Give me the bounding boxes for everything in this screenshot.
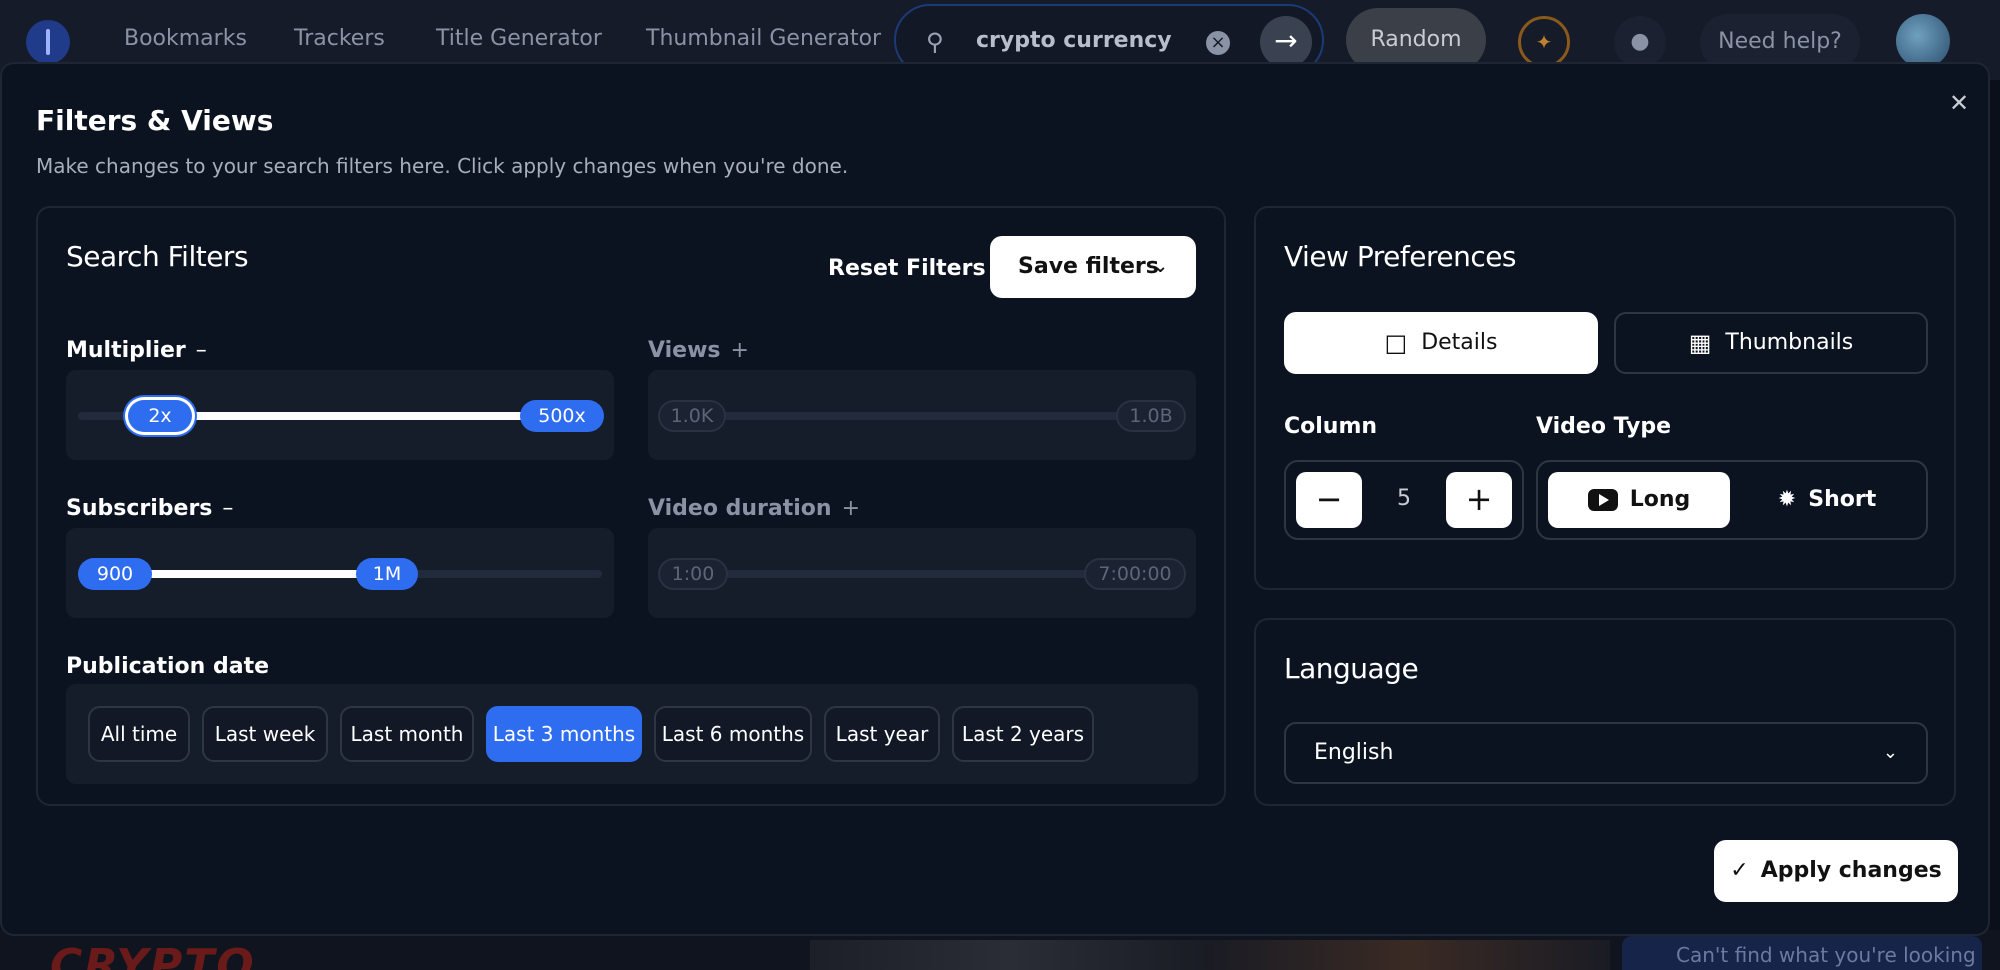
subscribers-max-handle[interactable]: 1M [356, 558, 418, 590]
publication-date-options: All time Last week Last month Last 3 mon… [66, 684, 1198, 784]
video-type-short[interactable]: ✹ Short [1736, 472, 1918, 528]
apply-changes-button[interactable]: ✓ Apply changes [1714, 840, 1958, 902]
app-logo[interactable] [26, 20, 70, 64]
expand-icon[interactable]: + [731, 338, 749, 363]
reset-filters-button[interactable]: Reset Filters [828, 256, 986, 281]
modal-subtitle: Make changes to your search filters here… [36, 154, 849, 178]
filters-views-modal: ✕ Filters & Views Make changes to your s… [0, 62, 1990, 936]
save-filters-label: Save filters [1018, 254, 1159, 279]
avatar[interactable] [1896, 14, 1950, 68]
collapse-icon[interactable]: – [196, 338, 207, 363]
bell-icon[interactable]: ● [1614, 16, 1666, 68]
multiplier-min-handle[interactable]: 2x [128, 400, 192, 432]
column-label: Column [1284, 414, 1378, 439]
pub-last-year[interactable]: Last year [824, 706, 940, 762]
language-selected: English [1314, 740, 1394, 765]
slider-range [126, 570, 376, 578]
expand-icon[interactable]: + [842, 496, 860, 521]
duration-max-handle[interactable]: 7:00:00 [1084, 558, 1186, 590]
multiplier-slider[interactable]: 2x 500x [66, 370, 614, 460]
search-icon: ⚲ [926, 28, 944, 56]
column-stepper: − 5 + [1284, 460, 1524, 540]
pub-all-time[interactable]: All time [88, 706, 190, 762]
views-max-handle[interactable]: 1.0B [1116, 400, 1186, 432]
youtube-icon [1587, 489, 1618, 511]
pub-last-month[interactable]: Last month [340, 706, 474, 762]
pub-last-week[interactable]: Last week [202, 706, 328, 762]
pub-last-6-months[interactable]: Last 6 months [654, 706, 812, 762]
check-icon: ✓ [1730, 858, 1749, 883]
views-slider[interactable]: 1.0K 1.0B [648, 370, 1196, 460]
pub-last-3-months[interactable]: Last 3 months [486, 706, 642, 762]
video-type-toggle: Long ✹ Short [1536, 460, 1928, 540]
cant-find-banner[interactable]: Can't find what you're looking for? [1622, 936, 1982, 970]
minus-icon[interactable]: − [1296, 472, 1362, 528]
publication-date-label: Publication date [66, 654, 270, 679]
video-type-label: Video Type [1536, 414, 1672, 439]
close-icon[interactable]: ✕ [1944, 88, 1974, 118]
result-thumbnails [810, 940, 1610, 970]
view-preferences-title: View Preferences [1284, 240, 1517, 273]
subscribers-slider[interactable]: 900 1M [66, 528, 614, 618]
pub-last-2-years[interactable]: Last 2 years [952, 706, 1094, 762]
video-duration-label[interactable]: Video duration + [648, 496, 860, 521]
video-type-long[interactable]: Long [1548, 472, 1730, 528]
grid-icon: ▦ [1688, 329, 1712, 357]
modal-title: Filters & Views [36, 104, 274, 137]
language-title: Language [1284, 652, 1419, 685]
chevron-down-icon: ⌄ [1882, 742, 1898, 763]
language-card: Language English ⌄ [1254, 618, 1956, 806]
result-thumbnail-text: CRYPTO [50, 940, 256, 970]
laptop-icon: □ [1384, 329, 1408, 357]
views-label[interactable]: Views + [648, 338, 749, 363]
subscribers-min-handle[interactable]: 900 [78, 558, 152, 590]
collapse-icon[interactable]: – [222, 496, 233, 521]
views-min-handle[interactable]: 1.0K [658, 400, 726, 432]
slider-range [146, 412, 546, 420]
language-select[interactable]: English ⌄ [1284, 722, 1928, 784]
save-filters-button[interactable]: Save filters ⌄ [990, 236, 1196, 298]
view-details-button[interactable]: □ Details [1284, 312, 1598, 374]
search-input[interactable]: crypto currency [976, 28, 1172, 53]
view-thumbnails-button[interactable]: ▦ Thumbnails [1614, 312, 1928, 374]
shorts-icon: ✹ [1777, 487, 1797, 512]
nav-bookmarks[interactable]: Bookmarks [124, 26, 247, 51]
nav-trackers[interactable]: Trackers [294, 26, 385, 51]
search-filters-card: Search Filters Reset Filters Save filter… [36, 206, 1226, 806]
sparkle-icon[interactable]: ✦ [1518, 16, 1570, 68]
duration-min-handle[interactable]: 1:00 [658, 558, 728, 590]
clear-search-icon[interactable]: × [1206, 31, 1230, 55]
nav-thumbnail-generator[interactable]: Thumbnail Generator [646, 26, 881, 51]
slider-track[interactable] [660, 412, 1184, 420]
column-value: 5 [1397, 486, 1411, 511]
search-submit-button[interactable]: → [1260, 16, 1312, 68]
multiplier-max-handle[interactable]: 500x [520, 400, 604, 432]
view-preferences-card: View Preferences □ Details ▦ Thumbnails Co… [1254, 206, 1956, 590]
chevron-down-icon: ⌄ [1152, 256, 1168, 277]
nav-title-generator[interactable]: Title Generator [436, 26, 602, 51]
subscribers-label[interactable]: Subscribers – [66, 496, 233, 521]
video-duration-slider[interactable]: 1:00 7:00:00 [648, 528, 1196, 618]
search-filters-title: Search Filters [66, 240, 249, 273]
plus-icon[interactable]: + [1446, 472, 1512, 528]
multiplier-label[interactable]: Multiplier – [66, 338, 207, 363]
